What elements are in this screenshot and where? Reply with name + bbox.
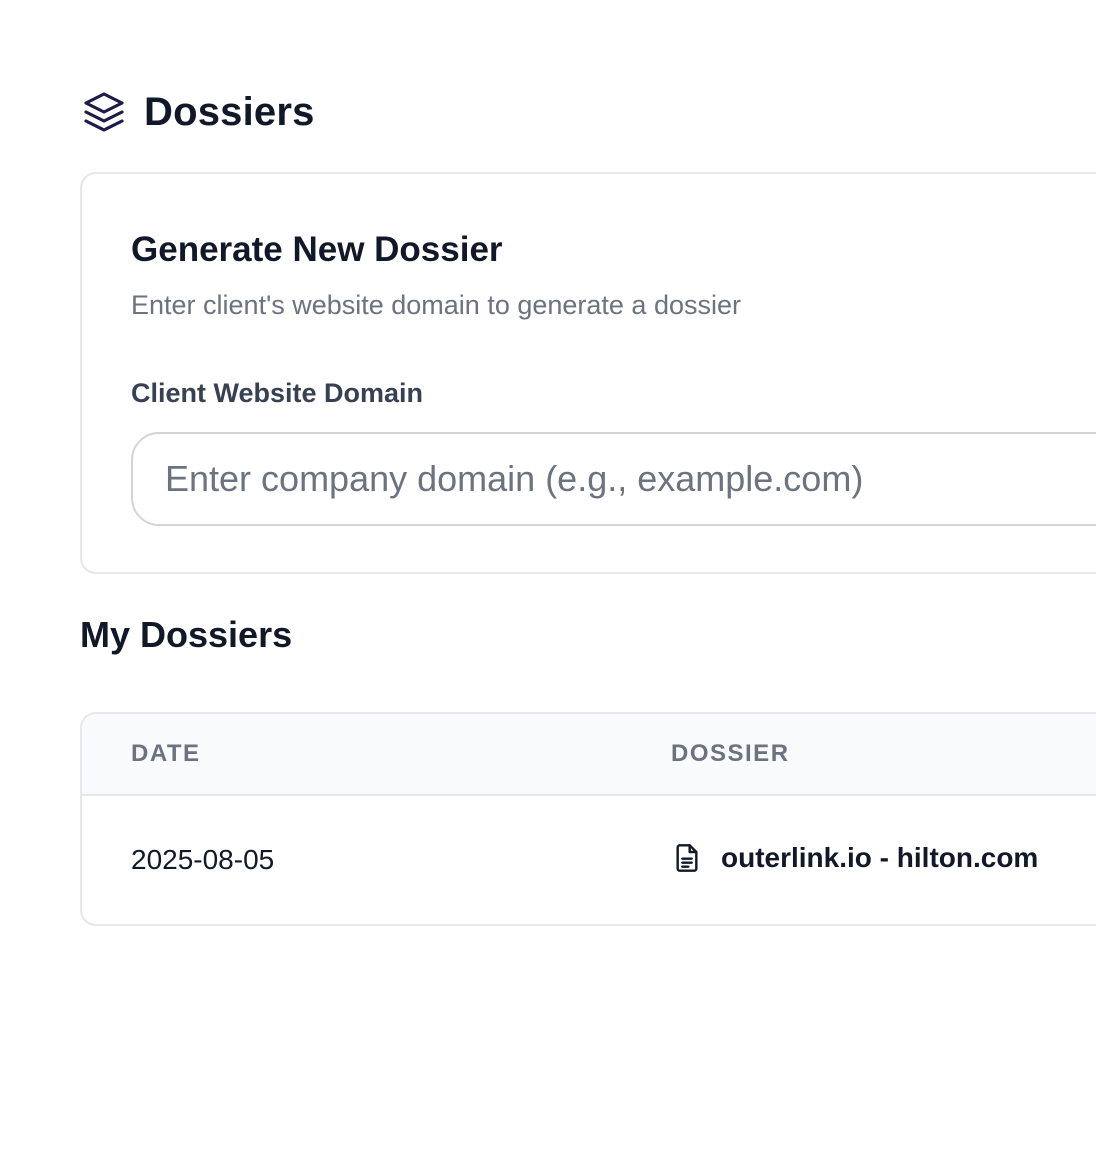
my-dossiers-title: My Dossiers [80, 614, 293, 655]
layers-icon [84, 92, 124, 132]
column-header-date: DATE [131, 740, 201, 767]
dossiers-page: Dossiers Generate New Dossier Enter clie… [0, 0, 1096, 1170]
generate-dossier-card: Generate New Dossier Enter client's webs… [80, 172, 1096, 574]
dossiers-table: DATE DOSSIER 2025-08-05 outerlink.io - h… [80, 712, 1096, 926]
dossier-link[interactable]: outerlink.io - hilton.com [671, 842, 1038, 874]
table-row: 2025-08-05 outerlink.io - hilton.com [82, 796, 1096, 924]
page-header: Dossiers [80, 84, 315, 140]
dossier-name: outerlink.io - hilton.com [721, 842, 1039, 873]
domain-input[interactable] [131, 432, 1096, 526]
generate-dossier-subtitle: Enter client's website domain to generat… [131, 290, 741, 320]
page-title: Dossiers [144, 89, 315, 134]
row-date: 2025-08-05 [131, 844, 275, 875]
table-header: DATE DOSSIER [82, 714, 1096, 796]
generate-dossier-title: Generate New Dossier [131, 230, 503, 269]
document-icon [676, 844, 698, 872]
column-header-dossier: DOSSIER [671, 740, 790, 767]
domain-field-label: Client Website Domain [131, 378, 424, 408]
